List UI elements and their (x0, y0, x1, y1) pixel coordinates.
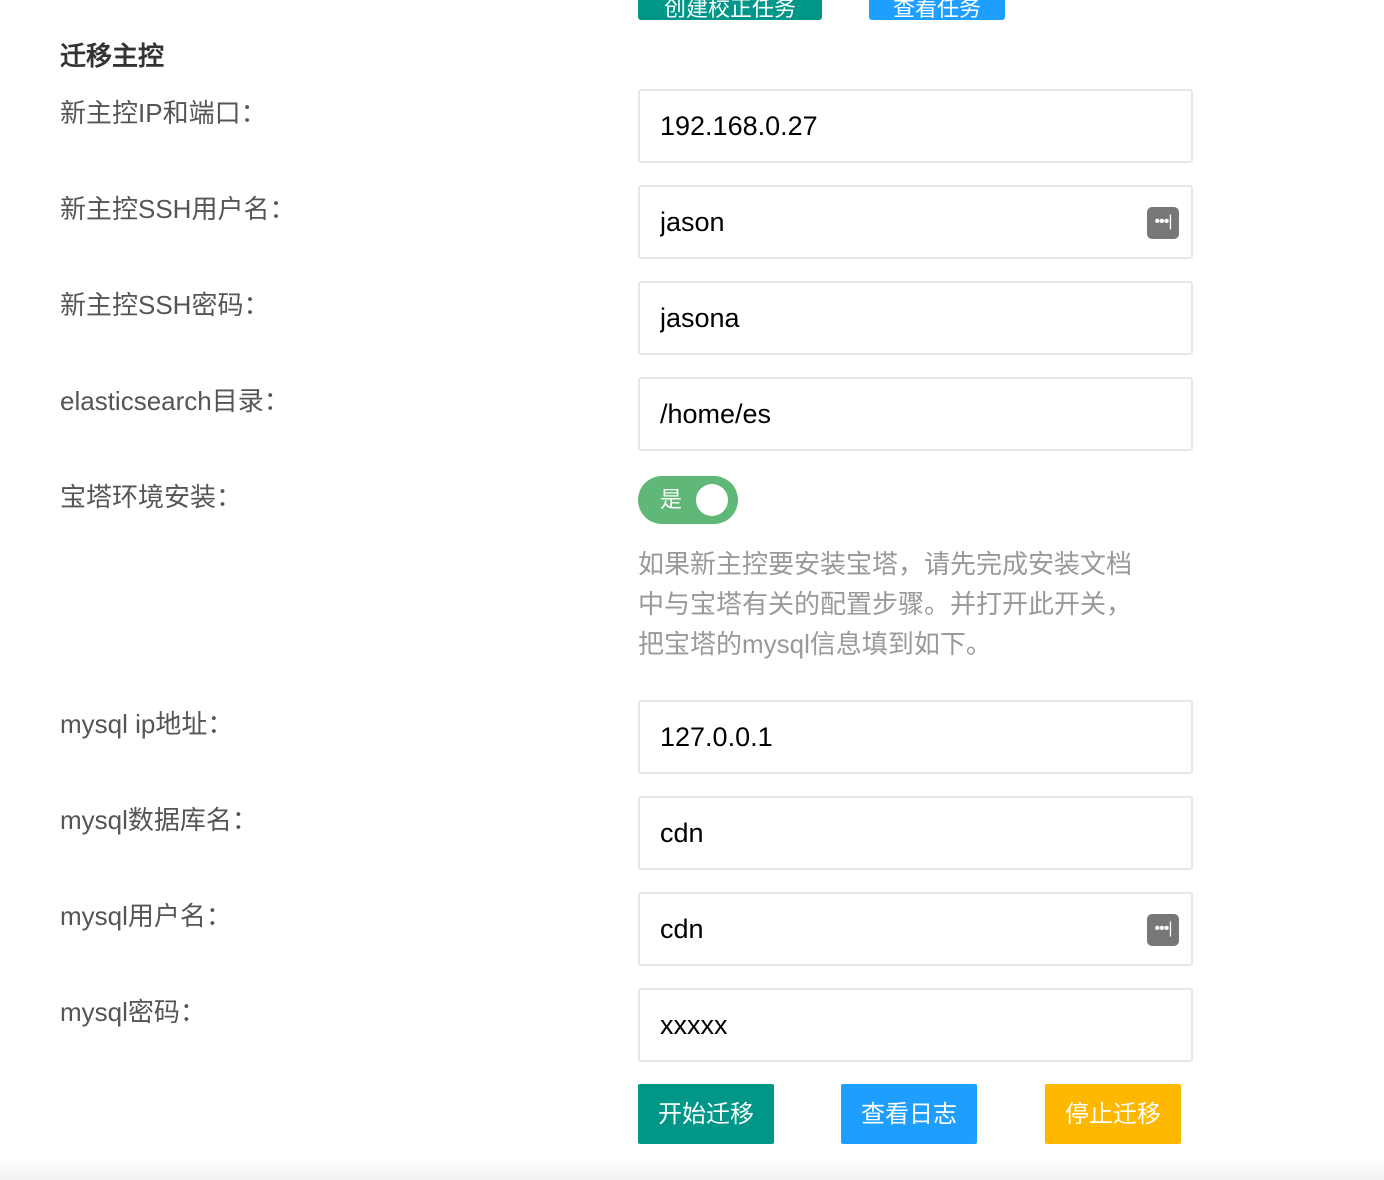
bt-install-switch[interactable]: 是 (638, 476, 738, 524)
password-manager-icon[interactable]: •••| (1147, 914, 1179, 946)
ssh-password-input[interactable] (640, 283, 1191, 353)
stop-migration-button[interactable]: 停止迁移 (1045, 1084, 1181, 1144)
ssh-user-input[interactable] (640, 187, 1191, 257)
ssh-password-field (638, 281, 1193, 355)
mysql-ip-label: mysql ip地址： (60, 709, 234, 739)
switch-knob (696, 484, 728, 516)
mysql-ip-input[interactable] (640, 702, 1191, 772)
master-ip-label: 新主控IP和端口： (60, 98, 267, 128)
mysql-db-label: mysql数据库名： (60, 805, 258, 835)
view-log-button[interactable]: 查看日志 (841, 1084, 977, 1144)
view-task-button[interactable]: 查看任务 (869, 0, 1005, 20)
create-task-button[interactable]: 创建校正任务 (638, 0, 822, 20)
master-ip-input[interactable] (640, 91, 1191, 161)
hint-line: 把宝塔的mysql信息填到如下。 (638, 629, 992, 659)
es-dir-label: elasticsearch目录： (60, 386, 290, 416)
ssh-user-field: •••| (638, 185, 1193, 259)
bt-install-hint: 如果新主控要安装宝塔，请先完成安装文档 中与宝塔有关的配置步骤。并打开此开关， … (638, 544, 1198, 664)
section-title: 迁移主控 (60, 41, 165, 71)
hint-line: 中与宝塔有关的配置步骤。并打开此开关， (638, 589, 1133, 619)
ssh-password-label: 新主控SSH密码： (60, 290, 270, 320)
mysql-user-field: •••| (638, 892, 1193, 966)
es-dir-field (638, 377, 1193, 451)
es-dir-input[interactable] (640, 379, 1191, 449)
master-ip-field (638, 89, 1193, 163)
bt-install-label: 宝塔环境安装： (60, 482, 243, 512)
migrate-master-form: 创建校正任务 查看任务 迁移主控 新主控IP和端口： 新主控SSH用户名： ••… (0, 0, 1384, 1180)
page-bottom-edge (0, 1158, 1384, 1180)
ssh-user-label: 新主控SSH用户名： (60, 194, 296, 224)
hint-line: 如果新主控要安装宝塔，请先完成安装文档 (638, 549, 1133, 579)
mysql-user-label: mysql用户名： (60, 901, 232, 931)
start-migration-button[interactable]: 开始迁移 (638, 1084, 774, 1144)
mysql-ip-field (638, 700, 1193, 774)
password-manager-icon[interactable]: •••| (1147, 207, 1179, 239)
mysql-password-label: mysql密码： (60, 997, 206, 1027)
mysql-password-field (638, 988, 1193, 1062)
mysql-password-input[interactable] (640, 990, 1191, 1060)
switch-on-text: 是 (660, 487, 683, 512)
mysql-user-input[interactable] (640, 894, 1191, 964)
mysql-db-input[interactable] (640, 798, 1191, 868)
mysql-db-field (638, 796, 1193, 870)
